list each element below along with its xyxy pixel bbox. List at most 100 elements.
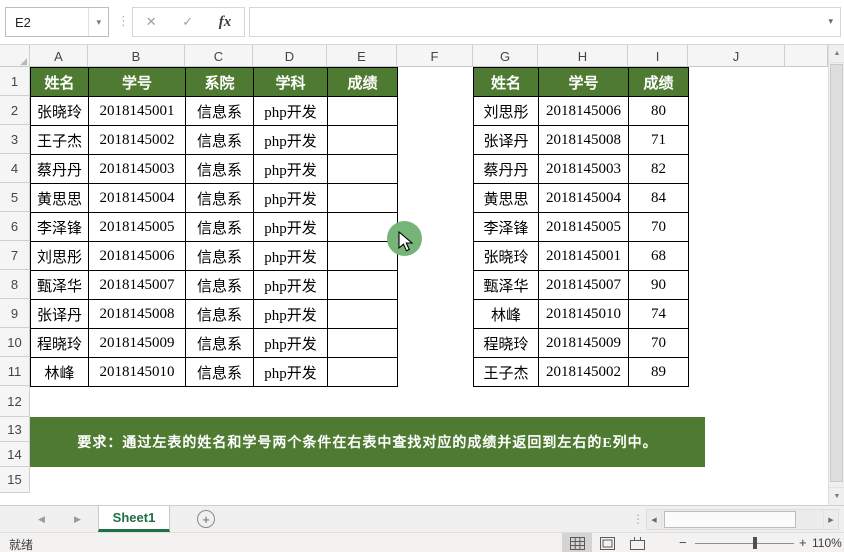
header-dept[interactable]: 系院 bbox=[185, 67, 254, 97]
scroll-up-icon[interactable]: ▲ bbox=[829, 45, 844, 63]
horizontal-scrollbar[interactable]: ◀ ▶ bbox=[646, 509, 839, 530]
cell-name[interactable]: 王子杰 bbox=[473, 357, 539, 387]
cell-dept[interactable]: 信息系 bbox=[185, 183, 254, 213]
row-header[interactable]: 12 bbox=[0, 386, 30, 417]
cell-name[interactable]: 甄泽华 bbox=[473, 270, 539, 300]
cell-dept[interactable]: 信息系 bbox=[185, 328, 254, 358]
cell-score[interactable] bbox=[327, 241, 398, 271]
cell-score[interactable]: 84 bbox=[628, 183, 689, 213]
cell-subject[interactable]: php开发 bbox=[253, 96, 328, 126]
cell-subject[interactable]: php开发 bbox=[253, 125, 328, 155]
cell-student-id[interactable]: 2018145008 bbox=[538, 125, 629, 155]
cell-student-id[interactable]: 2018145003 bbox=[538, 154, 629, 184]
column-header-j[interactable]: J bbox=[688, 45, 785, 67]
cell-name[interactable]: 黄思思 bbox=[30, 183, 89, 213]
cell-name[interactable]: 张晓玲 bbox=[473, 241, 539, 271]
cell-score[interactable]: 68 bbox=[628, 241, 689, 271]
cell-dept[interactable]: 信息系 bbox=[185, 270, 254, 300]
cell-name[interactable]: 蔡丹丹 bbox=[30, 154, 89, 184]
cell-dept[interactable]: 信息系 bbox=[185, 241, 254, 271]
cell-student-id[interactable]: 2018145005 bbox=[88, 212, 186, 242]
header-name[interactable]: 姓名 bbox=[30, 67, 89, 97]
cell-name[interactable]: 张晓玲 bbox=[30, 96, 89, 126]
zoom-out-icon[interactable]: − bbox=[679, 535, 687, 550]
cell-name[interactable]: 甄泽华 bbox=[30, 270, 89, 300]
header-student-id[interactable]: 学号 bbox=[538, 67, 629, 97]
zoom-slider-track[interactable] bbox=[695, 543, 794, 544]
requirement-banner[interactable]: 要求：通过左表的姓名和学号两个条件在右表中查找对应的成绩并返回到左右的E列中。 bbox=[30, 417, 705, 467]
cell-subject[interactable]: php开发 bbox=[253, 328, 328, 358]
cell-student-id[interactable]: 2018145010 bbox=[88, 357, 186, 387]
column-header-h[interactable]: H bbox=[538, 45, 628, 67]
cell-student-id[interactable]: 2018145001 bbox=[88, 96, 186, 126]
cell-subject[interactable]: php开发 bbox=[253, 183, 328, 213]
cell-student-id[interactable]: 2018145007 bbox=[88, 270, 186, 300]
row-header[interactable]: 13 bbox=[0, 417, 30, 442]
next-sheet-icon[interactable]: ▶ bbox=[74, 514, 81, 525]
cell-student-id[interactable]: 2018145004 bbox=[88, 183, 186, 213]
cell-subject[interactable]: php开发 bbox=[253, 357, 328, 387]
row-header[interactable]: 4 bbox=[0, 154, 30, 183]
cell-subject[interactable]: php开发 bbox=[253, 154, 328, 184]
page-layout-view-icon[interactable] bbox=[592, 533, 622, 552]
cell-dept[interactable]: 信息系 bbox=[185, 96, 254, 126]
cell-score[interactable]: 70 bbox=[628, 212, 689, 242]
prev-sheet-icon[interactable]: ◀ bbox=[38, 514, 45, 525]
name-box[interactable]: E2 ▾ bbox=[5, 7, 109, 37]
cell-name[interactable]: 张译丹 bbox=[473, 125, 539, 155]
cell-score[interactable] bbox=[327, 183, 398, 213]
scroll-right-icon[interactable]: ▶ bbox=[823, 510, 838, 529]
column-header-f[interactable]: F bbox=[397, 45, 473, 67]
cell-student-id[interactable]: 2018145001 bbox=[538, 241, 629, 271]
cell-student-id[interactable]: 2018145007 bbox=[538, 270, 629, 300]
name-box-caret-icon[interactable]: ▾ bbox=[88, 8, 108, 36]
cell-student-id[interactable]: 2018145009 bbox=[538, 328, 629, 358]
cell-name[interactable]: 黄思思 bbox=[473, 183, 539, 213]
cell-score[interactable] bbox=[327, 270, 398, 300]
cell-score[interactable] bbox=[327, 154, 398, 184]
cell-score[interactable]: 74 bbox=[628, 299, 689, 329]
expand-formula-bar-icon[interactable]: ▾ bbox=[828, 16, 833, 27]
column-header-c[interactable]: C bbox=[185, 45, 253, 67]
cell-student-id[interactable]: 2018145002 bbox=[88, 125, 186, 155]
column-header-partial[interactable] bbox=[785, 45, 828, 67]
formula-input[interactable]: ▾ bbox=[249, 7, 841, 37]
cell-score[interactable] bbox=[327, 299, 398, 329]
header-name[interactable]: 姓名 bbox=[473, 67, 539, 97]
row-header[interactable]: 6 bbox=[0, 212, 30, 241]
cell-student-id[interactable]: 2018145008 bbox=[88, 299, 186, 329]
cell-score[interactable]: 89 bbox=[628, 357, 689, 387]
scroll-down-icon[interactable]: ▼ bbox=[829, 487, 844, 505]
cell-dept[interactable]: 信息系 bbox=[185, 212, 254, 242]
scroll-left-icon[interactable]: ◀ bbox=[647, 510, 662, 529]
cell-name[interactable]: 张译丹 bbox=[30, 299, 89, 329]
cell-subject[interactable]: php开发 bbox=[253, 241, 328, 271]
row-header[interactable]: 3 bbox=[0, 125, 30, 154]
tab-sheet1[interactable]: Sheet1 bbox=[98, 506, 170, 532]
row-header[interactable]: 11 bbox=[0, 357, 30, 386]
header-student-id[interactable]: 学号 bbox=[88, 67, 186, 97]
add-sheet-icon[interactable]: + bbox=[197, 510, 215, 528]
row-header[interactable]: 1 bbox=[0, 67, 30, 96]
enter-icon[interactable]: ✓ bbox=[182, 14, 193, 30]
row-header[interactable]: 2 bbox=[0, 96, 30, 125]
cell-score[interactable] bbox=[327, 96, 398, 126]
vertical-scrollbar-thumb[interactable] bbox=[830, 64, 843, 482]
row-header[interactable]: 14 bbox=[0, 442, 30, 467]
cell-score[interactable] bbox=[327, 125, 398, 155]
column-header-a[interactable]: A bbox=[30, 45, 88, 67]
cell-dept[interactable]: 信息系 bbox=[185, 125, 254, 155]
cell-name[interactable]: 刘思彤 bbox=[30, 241, 89, 271]
horizontal-scrollbar-thumb[interactable] bbox=[664, 511, 796, 528]
cell-score[interactable]: 71 bbox=[628, 125, 689, 155]
normal-view-icon[interactable] bbox=[562, 533, 592, 552]
cell-student-id[interactable]: 2018145006 bbox=[538, 96, 629, 126]
insert-function-icon[interactable]: fx bbox=[219, 14, 232, 31]
row-header[interactable]: 7 bbox=[0, 241, 30, 270]
cell-student-id[interactable]: 2018145009 bbox=[88, 328, 186, 358]
column-header-d[interactable]: D bbox=[253, 45, 327, 67]
cell-name[interactable]: 林峰 bbox=[30, 357, 89, 387]
column-header-e[interactable]: E bbox=[327, 45, 397, 67]
cell-name[interactable]: 程晓玲 bbox=[30, 328, 89, 358]
column-header-i[interactable]: I bbox=[628, 45, 688, 67]
